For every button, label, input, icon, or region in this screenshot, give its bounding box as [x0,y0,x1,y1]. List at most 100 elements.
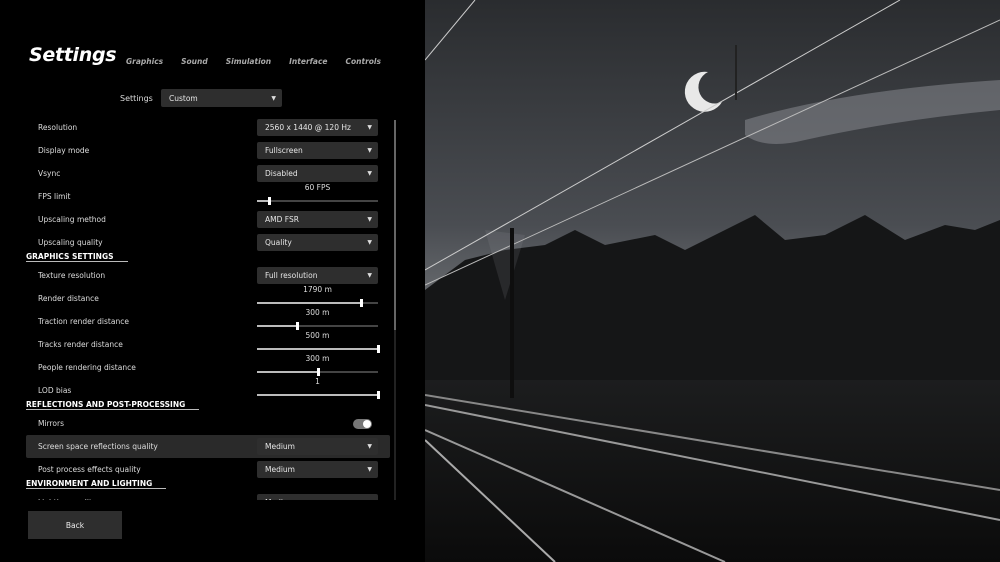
section-header-reflections-and-post-processing: REFLECTIONS AND POST-PROCESSING [0,400,400,412]
page-title: Settings [29,44,117,66]
upscaling-method-dropdown[interactable]: AMD FSR ▼ [257,211,378,228]
preset-row: Settings Custom ▼ [120,89,282,107]
fps-limit-slider[interactable]: 60 FPS [257,183,378,208]
dropdown-value: Medium [265,498,295,500]
upscaling-quality-dropdown[interactable]: Quality ▼ [257,234,378,251]
setting-label: Resolution [38,123,78,132]
setting-label: Traction render distance [38,317,129,326]
slider-fill [257,371,318,373]
section-header-environment-and-lighting: ENVIRONMENT AND LIGHTING [0,479,400,491]
preset-dropdown[interactable]: Custom ▼ [161,89,282,107]
setting-row-traction-render-distance: Traction render distance 300 m [0,308,400,333]
slider-value: 300 m [305,308,330,317]
resolution-dropdown[interactable]: 2560 x 1440 @ 120 Hz ▼ [257,119,378,136]
slider-value: 500 m [305,331,330,340]
chevron-down-icon: ▼ [367,170,372,177]
setting-row-display-mode: Display mode Fullscreen ▼ [0,139,400,162]
setting-row-lod-bias: LOD bias 1 [0,377,400,402]
chevron-down-icon: ▼ [367,443,372,450]
slider-value: 60 FPS [304,183,331,192]
traction-render-distance-slider[interactable]: 300 m [257,308,378,333]
mirrors-toggle[interactable] [353,418,372,429]
dropdown-value: Quality [265,238,292,247]
section-header-graphics-settings: GRAPHICS SETTINGS [0,252,400,264]
slider-fill [257,348,378,350]
chevron-down-icon: ▼ [367,239,372,246]
setting-row-screen-space-reflections-quality: Screen space reflections quality Medium ▼ [26,435,390,458]
setting-label: Upscaling method [38,215,106,224]
slider-thumb[interactable] [377,345,380,353]
setting-label: Texture resolution [38,271,106,280]
tab-sound[interactable]: Sound [181,57,208,66]
slider-fill [257,325,297,327]
chevron-down-icon: ▼ [271,94,276,102]
slider-thumb[interactable] [295,322,299,330]
tab-interface[interactable]: Interface [289,57,327,66]
section-title: GRAPHICS SETTINGS [26,252,128,262]
scrollbar-thumb[interactable] [394,120,396,330]
setting-row-tracks-render-distance: Tracks render distance 500 m [0,331,400,356]
back-button[interactable]: Back [28,511,122,539]
slider-track[interactable] [257,322,378,330]
lighting-quality-dropdown[interactable]: Medium ▼ [257,494,378,500]
slider-track[interactable] [257,197,378,205]
setting-label: Display mode [38,146,90,155]
section-title: ENVIRONMENT AND LIGHTING [26,479,167,489]
setting-row-people-rendering-distance: People rendering distance 300 m [0,354,400,379]
setting-label: Tracks render distance [38,340,123,349]
chevron-down-icon: ▼ [367,216,372,223]
setting-row-upscaling-quality: Upscaling quality Quality ▼ [0,231,400,254]
slider-track[interactable] [257,368,378,376]
lod-bias-slider[interactable]: 1 [257,377,380,402]
setting-label: Render distance [38,294,99,303]
slider-thumb[interactable] [377,391,380,399]
render-distance-slider[interactable]: 1790 m [257,285,378,310]
settings-panel: Settings Graphics Sound Simulation Inter… [0,0,425,562]
background-scene-image [425,0,1000,562]
tab-simulation[interactable]: Simulation [226,57,271,66]
post-process-effects-quality-dropdown[interactable]: Medium ▼ [257,461,378,478]
setting-row-fps-limit: FPS limit 60 FPS [0,183,400,208]
chevron-down-icon: ▼ [367,124,372,131]
setting-label: Lighting quality [38,498,96,500]
slider-thumb[interactable] [360,299,364,307]
slider-fill [257,394,378,396]
section-title: REFLECTIONS AND POST-PROCESSING [26,400,200,410]
vsync-dropdown[interactable]: Disabled ▼ [257,165,378,182]
slider-fill [257,302,362,304]
dropdown-value: Medium [265,442,295,451]
tracks-render-distance-slider[interactable]: 500 m [257,331,380,356]
slider-track[interactable] [257,391,380,399]
dropdown-value: Fullscreen [265,146,303,155]
tab-graphics[interactable]: Graphics [126,57,163,66]
setting-row-post-process-effects-quality: Post process effects quality Medium ▼ [0,458,400,481]
setting-label: LOD bias [38,386,72,395]
slider-track[interactable] [257,299,378,307]
dropdown-value: AMD FSR [265,215,299,224]
slider-thumb[interactable] [316,368,320,376]
people-rendering-distance-slider[interactable]: 300 m [257,354,378,379]
settings-tabs: Graphics Sound Simulation Interface Cont… [126,57,399,66]
setting-row-render-distance: Render distance 1790 m [0,285,400,310]
setting-label: Mirrors [38,419,65,428]
scrollbar[interactable] [394,120,396,500]
setting-row-upscaling-method: Upscaling method AMD FSR ▼ [0,208,400,231]
slider-track[interactable] [257,345,380,353]
dropdown-value: Medium [265,465,295,474]
slider-value: 1 [315,377,320,386]
setting-label: Post process effects quality [38,465,141,474]
display-mode-dropdown[interactable]: Fullscreen ▼ [257,142,378,159]
chevron-down-icon: ▼ [367,466,372,473]
chevron-down-icon: ▼ [367,499,372,500]
chevron-down-icon: ▼ [367,147,372,154]
chevron-down-icon: ▼ [367,272,372,279]
texture-resolution-dropdown[interactable]: Full resolution ▼ [257,267,378,284]
setting-row-vsync: Vsync Disabled ▼ [0,162,400,185]
setting-row-lighting-quality: Lighting quality Medium ▼ [0,491,400,500]
preset-label: Settings [120,93,153,103]
slider-thumb[interactable] [268,197,272,205]
dropdown-value: Full resolution [265,271,318,280]
screen-space-reflections-quality-dropdown[interactable]: Medium ▼ [257,438,378,455]
setting-label: Vsync [38,169,61,178]
tab-controls[interactable]: Controls [346,57,381,66]
